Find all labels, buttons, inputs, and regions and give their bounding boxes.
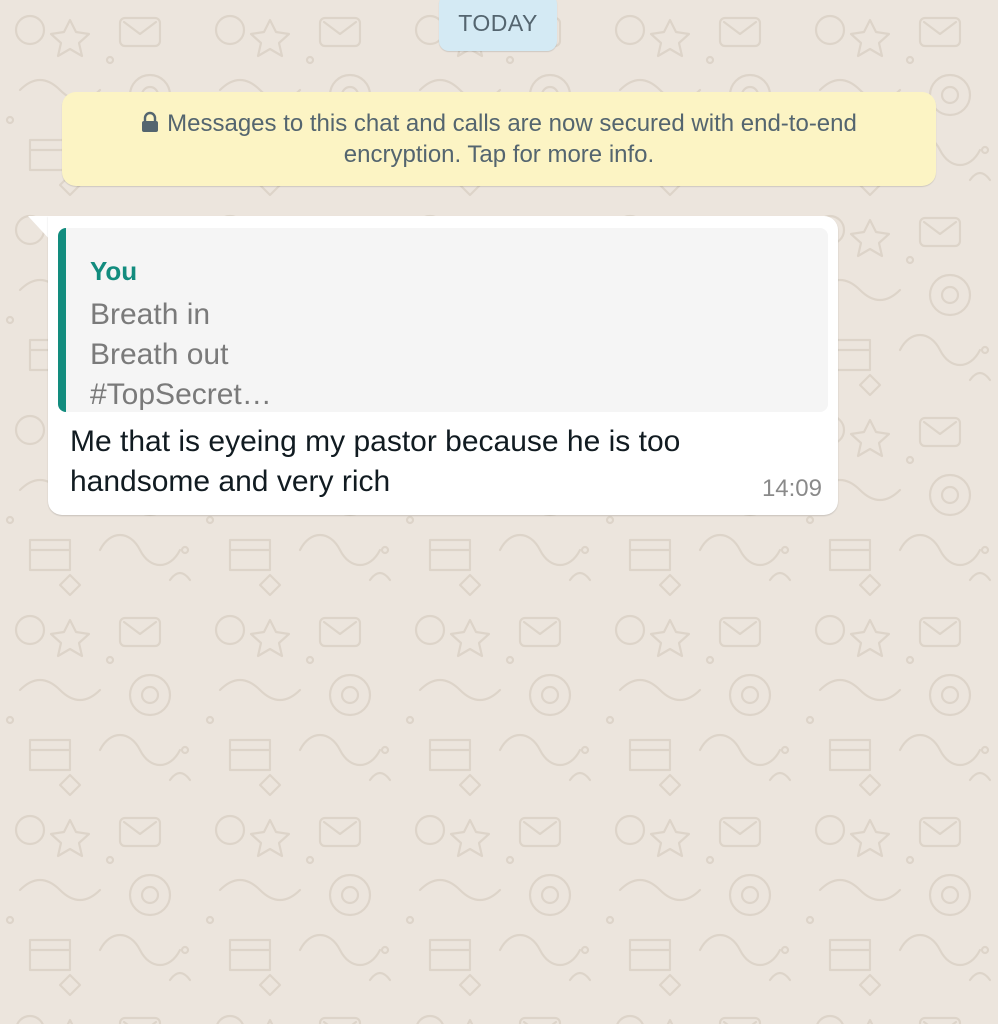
quoted-line: #TopSecret… bbox=[90, 378, 272, 411]
message-timestamp: 14:09 bbox=[761, 475, 822, 502]
encryption-notice-text: Messages to this chat and calls are now … bbox=[167, 110, 857, 168]
quoted-line: Breath out bbox=[90, 338, 229, 371]
quote-accent-bar bbox=[58, 228, 66, 412]
message-text: Me that is eyeing my pastor because he i… bbox=[70, 425, 681, 498]
encryption-notice[interactable]: Messages to this chat and calls are now … bbox=[62, 92, 936, 186]
date-chip-label: TODAY bbox=[458, 10, 538, 36]
date-chip: TODAY bbox=[439, 0, 557, 51]
lock-icon bbox=[142, 111, 159, 132]
quoted-message[interactable]: You Breath in Breath out #TopSecret… bbox=[58, 228, 828, 412]
message-bubble[interactable]: You Breath in Breath out #TopSecret… Me … bbox=[48, 216, 838, 515]
quoted-author: You bbox=[90, 256, 138, 286]
quoted-line: Breath in bbox=[90, 298, 211, 331]
